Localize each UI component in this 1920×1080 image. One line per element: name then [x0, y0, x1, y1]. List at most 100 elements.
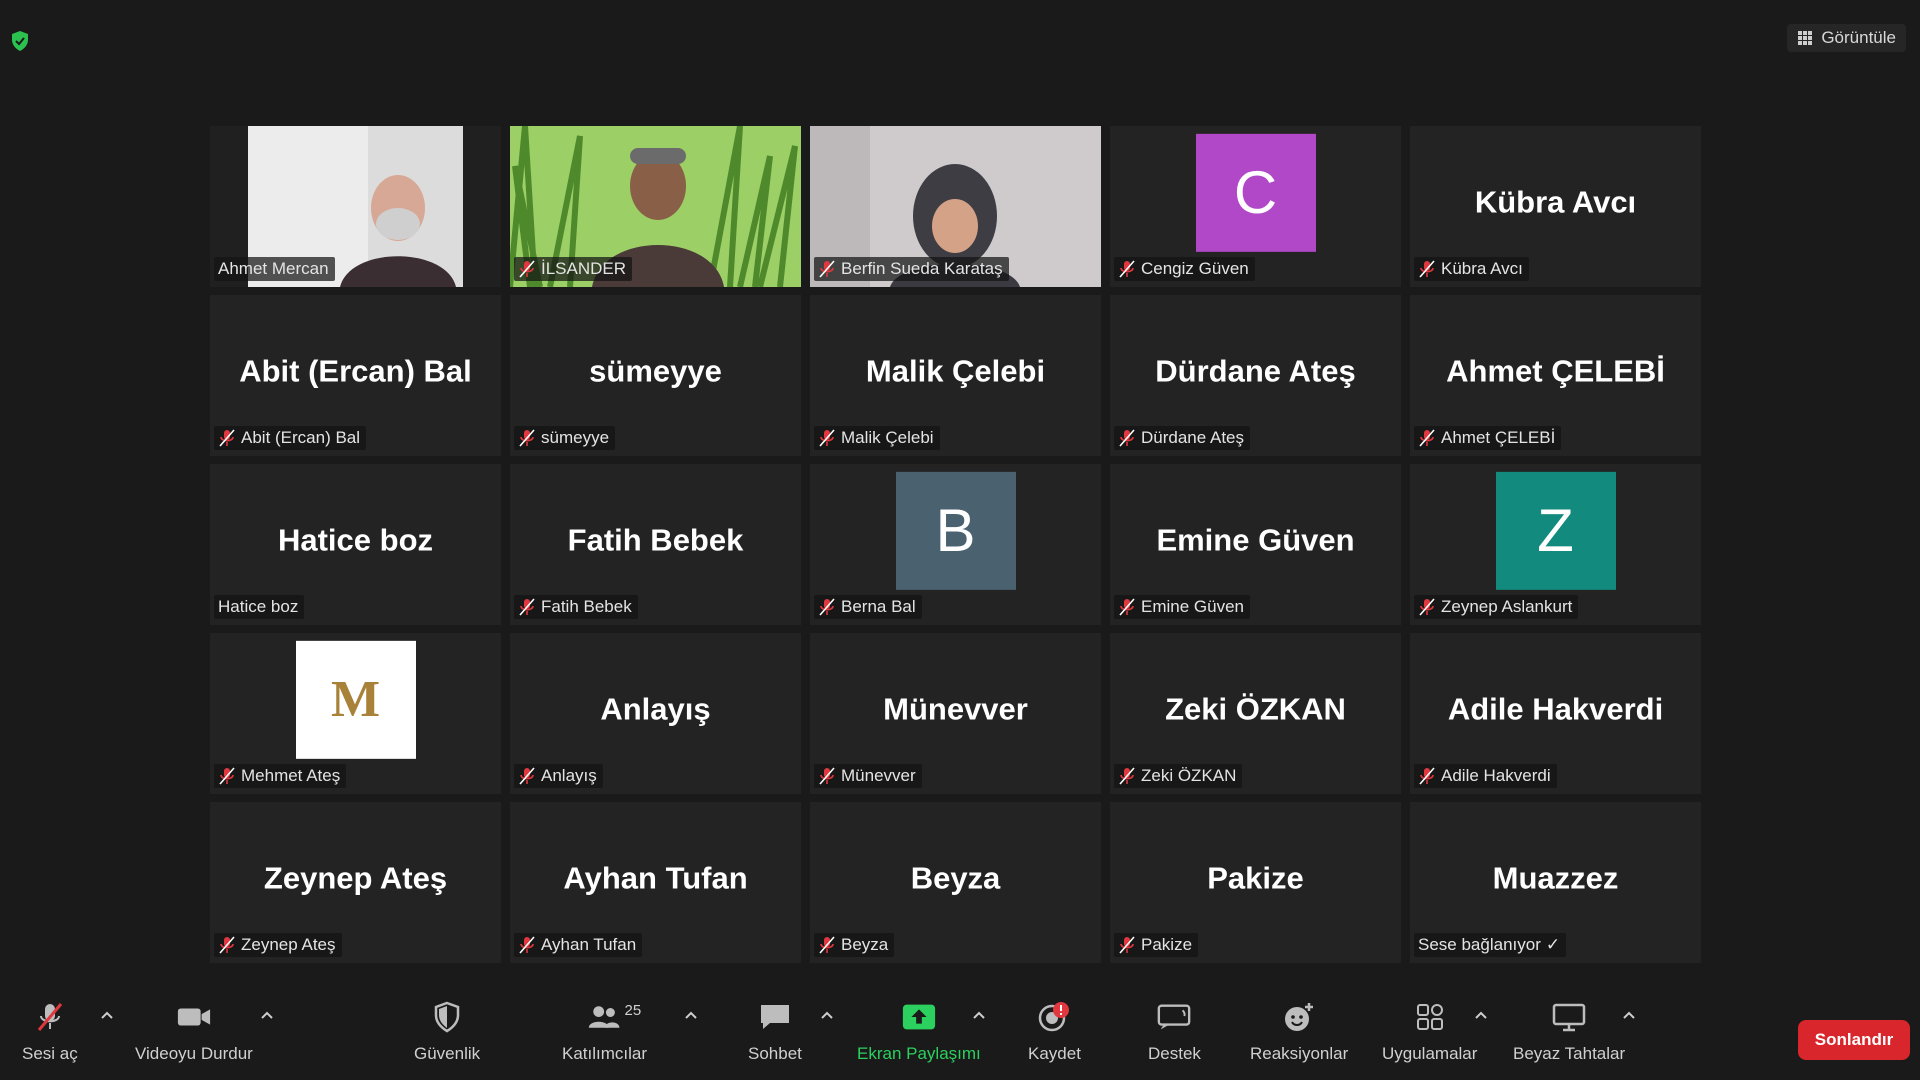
- share-options-chevron-up-icon[interactable]: [970, 1008, 988, 1022]
- participant-name: Malik Çelebi: [841, 428, 934, 447]
- participant-tile[interactable]: Anlayış Anlayış: [510, 633, 801, 794]
- mic-muted-icon: [1419, 598, 1435, 616]
- participant-tile[interactable]: Fatih Bebek Fatih Bebek: [510, 464, 801, 625]
- participant-tile[interactable]: Muazzez Sese bağlanıyor ✓: [1410, 802, 1701, 963]
- apps-label: Uygulamalar: [1382, 1044, 1478, 1063]
- participant-display-name: Abit (Ercan) Bal: [239, 353, 472, 389]
- participant-name-label: Malik Çelebi: [814, 426, 940, 450]
- video-options-chevron-up-icon[interactable]: [258, 1008, 276, 1022]
- whiteboard-options-chevron-up-icon[interactable]: [1620, 1008, 1638, 1022]
- participant-tile[interactable]: Ahmet ÇELEBİ Ahmet ÇELEBİ: [1410, 295, 1701, 456]
- participant-name: Cengiz Güven: [1141, 259, 1249, 278]
- security-shield-icon: [434, 1001, 460, 1033]
- mic-muted-icon: [1119, 429, 1135, 447]
- whiteboard-icon: [1552, 1003, 1586, 1032]
- stop-video-button[interactable]: Videoyu Durdur: [135, 1000, 253, 1064]
- apps-options-chevron-up-icon[interactable]: [1472, 1008, 1490, 1022]
- participant-name: Hatice boz: [218, 597, 299, 616]
- grid-icon: [1798, 31, 1813, 45]
- video-camera-icon: [177, 1008, 211, 1026]
- view-button[interactable]: Görüntüle: [1787, 24, 1906, 52]
- chat-button[interactable]: Sohbet: [748, 1000, 802, 1064]
- participant-tile[interactable]: Beyza Beyza: [810, 802, 1101, 963]
- participant-tile[interactable]: Zeki ÖZKAN Zeki ÖZKAN: [1110, 633, 1401, 794]
- mic-muted-icon: [819, 598, 835, 616]
- participant-tile[interactable]: Abit (Ercan) Bal Abit (Ercan) Bal: [210, 295, 501, 456]
- participant-tile[interactable]: Emine Güven Emine Güven: [1110, 464, 1401, 625]
- audio-options-chevron-up-icon[interactable]: [98, 1008, 116, 1022]
- chat-options-chevron-up-icon[interactable]: [818, 1008, 836, 1022]
- support-button[interactable]: Destek: [1148, 1000, 1201, 1064]
- participant-tile[interactable]: M Mehmet Ateş: [210, 633, 501, 794]
- reactions-icon: [1285, 1003, 1314, 1031]
- end-meeting-button[interactable]: Sonlandır: [1798, 1020, 1910, 1060]
- participant-name: Dürdane Ateş: [1141, 428, 1245, 447]
- mic-muted-icon: [819, 429, 835, 447]
- participant-name-label: Beyza: [814, 933, 895, 957]
- share-screen-icon: [902, 1004, 935, 1030]
- participant-name-label: Münevver: [814, 764, 922, 788]
- participant-name: Münevver: [841, 766, 916, 785]
- participant-name: İLSANDER: [541, 259, 627, 278]
- reactions-button[interactable]: Reaksiyonlar: [1250, 1000, 1348, 1064]
- mic-muted-icon: [1419, 260, 1435, 278]
- participant-tile[interactable]: İLSANDER: [510, 126, 801, 287]
- whiteboards-button[interactable]: Beyaz Tahtalar: [1513, 1000, 1625, 1064]
- meeting-toolbar: Sesi aç Videoyu Durdur Güvenlik 25 Katıl…: [0, 988, 1920, 1080]
- chat-icon: [760, 1005, 789, 1029]
- participant-tile[interactable]: Z Zeynep Aslankurt: [1410, 464, 1701, 625]
- participant-avatar: Z: [1495, 471, 1616, 590]
- participant-tile[interactable]: sümeyye sümeyye: [510, 295, 801, 456]
- participant-name-label: Fatih Bebek: [514, 595, 638, 619]
- record-button[interactable]: Kaydet: [1028, 1000, 1081, 1064]
- participant-name-label: Cengiz Güven: [1114, 257, 1255, 281]
- share-screen-label: Ekran Paylaşımı: [857, 1044, 981, 1063]
- unmute-button[interactable]: Sesi aç: [22, 1000, 78, 1064]
- participant-name-label: Zeynep Ateş: [214, 933, 342, 957]
- participant-tile[interactable]: Ahmet Mercan: [210, 126, 501, 287]
- participant-tile[interactable]: Berfin Sueda Karataş: [810, 126, 1101, 287]
- participant-name: Fatih Bebek: [541, 597, 632, 616]
- participants-button[interactable]: 25 Katılımcılar: [562, 1000, 647, 1064]
- participant-name-label: Sese bağlanıyor ✓: [1414, 933, 1567, 957]
- participants-options-chevron-up-icon[interactable]: [682, 1008, 700, 1022]
- participant-name: Ahmet Mercan: [218, 259, 329, 278]
- participant-display-name: Ayhan Tufan: [563, 860, 748, 896]
- participant-tile[interactable]: Kübra Avcı Kübra Avcı: [1410, 126, 1701, 287]
- participant-tile[interactable]: Malik Çelebi Malik Çelebi: [810, 295, 1101, 456]
- participant-name-label: Kübra Avcı: [1414, 257, 1529, 281]
- participant-name-label: Zeki ÖZKAN: [1114, 764, 1243, 788]
- view-label: Görüntüle: [1821, 28, 1896, 47]
- participants-label: Katılımcılar: [562, 1044, 648, 1063]
- participant-tile[interactable]: Dürdane Ateş Dürdane Ateş: [1110, 295, 1401, 456]
- participant-tile[interactable]: Zeynep Ateş Zeynep Ateş: [210, 802, 501, 963]
- participant-tile[interactable]: Pakize Pakize: [1110, 802, 1401, 963]
- participant-name: Zeki ÖZKAN: [1141, 766, 1237, 785]
- participant-tile[interactable]: B Berna Bal: [810, 464, 1101, 625]
- participant-name-label: Mehmet Ateş: [214, 764, 347, 788]
- participant-name-label: Dürdane Ateş: [1114, 426, 1251, 450]
- participant-avatar: C: [1195, 133, 1316, 252]
- participant-display-name: sümeyye: [589, 353, 722, 389]
- participant-tile[interactable]: C Cengiz Güven: [1110, 126, 1401, 287]
- apps-button[interactable]: Uygulamalar: [1382, 1000, 1477, 1064]
- share-screen-button[interactable]: Ekran Paylaşımı: [857, 1000, 981, 1064]
- mic-muted-icon: [1419, 429, 1435, 447]
- participant-display-name: Anlayış: [600, 691, 711, 727]
- participant-tile[interactable]: Hatice boz Hatice boz: [210, 464, 501, 625]
- participant-display-name: Münevver: [883, 691, 1028, 727]
- participant-tile[interactable]: Münevver Münevver: [810, 633, 1101, 794]
- participant-name: Emine Güven: [1141, 597, 1244, 616]
- participant-tile[interactable]: Ayhan Tufan Ayhan Tufan: [510, 802, 801, 963]
- mic-muted-icon: [519, 429, 535, 447]
- security-button[interactable]: Güvenlik: [414, 1000, 480, 1064]
- participant-display-name: Beyza: [910, 860, 1001, 896]
- unmute-label: Sesi aç: [22, 1044, 78, 1063]
- security-label: Güvenlik: [414, 1044, 481, 1063]
- encryption-shield-icon: [12, 31, 28, 51]
- participant-display-name: Muazzez: [1492, 860, 1619, 896]
- participant-tile[interactable]: Adile Hakverdi Adile Hakverdi: [1410, 633, 1701, 794]
- participant-name: Anlayış: [541, 766, 597, 785]
- participant-name-label: Zeynep Aslankurt: [1414, 595, 1579, 619]
- participant-name: Pakize: [1141, 935, 1193, 954]
